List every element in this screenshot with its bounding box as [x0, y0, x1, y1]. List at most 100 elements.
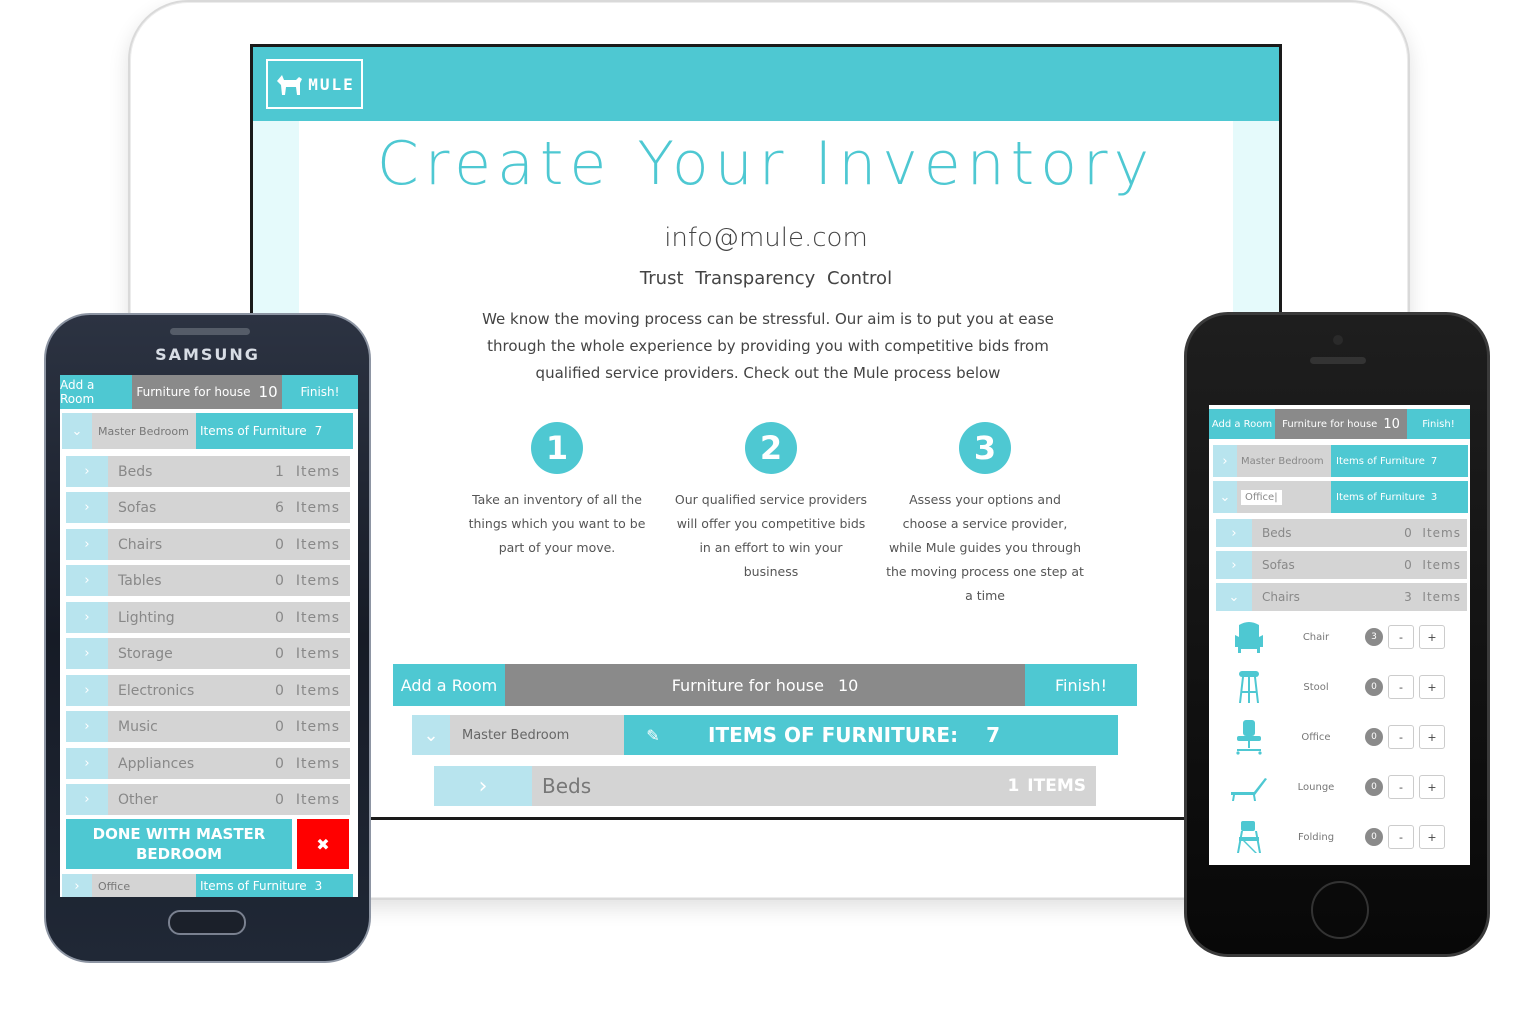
room-toggle-master-bedroom[interactable]: › Master Bedroom: [1213, 445, 1331, 477]
intro-paragraph: We know the moving process can be stress…: [482, 310, 1054, 382]
chevron-down-icon[interactable]: ⌄: [62, 413, 92, 449]
chevron-right-icon[interactable]: ›: [66, 711, 108, 742]
items-label: Items of Furniture: [200, 424, 307, 438]
chevron-right-icon[interactable]: ›: [62, 874, 92, 897]
category-name: Music: [118, 718, 158, 735]
done-with-room-button[interactable]: DONE WITH MASTER BEDROOM: [66, 819, 292, 869]
chevron-down-icon[interactable]: ⌄: [1216, 583, 1252, 611]
category-row[interactable]: › Sofas 6 Items: [66, 492, 350, 523]
room-name-input[interactable]: Office|: [1241, 489, 1282, 505]
furniture-for-house: Furniture for house 10: [132, 375, 282, 409]
category-row[interactable]: › Storage 0 Items: [66, 638, 350, 669]
close-icon[interactable]: ✖: [297, 819, 349, 869]
decrement-button[interactable]: -: [1388, 725, 1414, 749]
chevron-right-icon[interactable]: ›: [66, 675, 108, 706]
category-row[interactable]: › Music 0 Items: [66, 711, 350, 742]
increment-button[interactable]: +: [1419, 775, 1445, 799]
chevron-right-icon[interactable]: ›: [66, 748, 108, 779]
category-row[interactable]: › Sofas 0 Items: [1216, 551, 1467, 579]
chevron-down-icon[interactable]: ⌄: [1213, 481, 1237, 513]
finish-button[interactable]: Finish!: [282, 375, 358, 409]
step-description: Our qualified service providers will off…: [674, 492, 868, 579]
home-button[interactable]: [1311, 881, 1369, 939]
chair-type-name: Stool: [1303, 681, 1329, 693]
category-name: Storage: [118, 645, 173, 662]
category-unit: ITEMS: [1027, 776, 1086, 796]
contact-email[interactable]: info@mule.com: [253, 223, 1279, 253]
category-row[interactable]: › Electronics 0 Items: [66, 675, 350, 706]
finish-button[interactable]: Finish!: [1407, 409, 1470, 439]
category-row[interactable]: › Beds 0 Items: [1216, 519, 1467, 547]
category-row[interactable]: › Lighting 0 Items: [66, 602, 350, 633]
category-count: 0 Items: [1404, 526, 1461, 540]
chevron-right-icon[interactable]: ›: [66, 602, 108, 633]
category-row[interactable]: › Beds 1 Items: [66, 456, 350, 487]
step-3: 3 Assess your options and choose a servi…: [885, 422, 1085, 608]
chevron-right-icon[interactable]: ›: [1216, 551, 1252, 579]
increment-button[interactable]: +: [1419, 625, 1445, 649]
home-button[interactable]: [168, 910, 246, 935]
room-items-header: Items of Furniture 3: [196, 874, 353, 897]
speaker-grille: [170, 328, 250, 335]
finish-button[interactable]: Finish!: [1025, 664, 1137, 706]
room-items-header: Items of Furniture 3: [1331, 481, 1468, 513]
category-row-beds[interactable]: › Beds 1 ITEMS: [434, 766, 1096, 806]
category-row[interactable]: ⌄ Chairs 3 Items: [1216, 583, 1467, 611]
category-count: 0 Items: [275, 791, 340, 808]
chevron-right-icon[interactable]: ›: [66, 638, 108, 669]
items-count: 3: [314, 879, 323, 893]
chair-type-count: 0: [1365, 828, 1383, 846]
room-toggle-master-bedroom[interactable]: ⌄ Master Bedroom: [412, 715, 624, 755]
chair-type-row: Lounge 0 - +: [1227, 765, 1467, 809]
chevron-right-icon[interactable]: ›: [1216, 519, 1252, 547]
stool-icon: [1227, 665, 1271, 709]
chevron-right-icon[interactable]: ›: [434, 766, 532, 806]
chair-type-row: Office 0 - +: [1227, 715, 1467, 759]
chair-type-count: 3: [1365, 628, 1383, 646]
room-toggle-office[interactable]: › Office: [62, 874, 196, 897]
increment-button[interactable]: +: [1419, 675, 1445, 699]
chevron-right-icon[interactable]: ›: [66, 492, 108, 523]
chevron-down-icon[interactable]: ⌄: [412, 715, 450, 755]
step-description: Assess your options and choose a service…: [886, 492, 1084, 603]
room-name: Master Bedroom: [98, 424, 189, 438]
decrement-button[interactable]: -: [1388, 825, 1414, 849]
step-2: 2 Our qualified service providers will o…: [671, 422, 871, 584]
decrement-button[interactable]: -: [1388, 675, 1414, 699]
chair-type-count: 0: [1365, 778, 1383, 796]
increment-button[interactable]: +: [1419, 825, 1445, 849]
chair-type-row: Folding 0 - +: [1227, 815, 1467, 859]
increment-button[interactable]: +: [1419, 725, 1445, 749]
chevron-right-icon[interactable]: ›: [66, 529, 108, 560]
items-count: 7: [986, 723, 1000, 747]
category-row[interactable]: › Other 0 Items: [66, 784, 350, 815]
category-row[interactable]: › Appliances 0 Items: [66, 748, 350, 779]
chevron-right-icon[interactable]: ›: [66, 565, 108, 596]
items-label: Items of Furniture: [200, 879, 307, 893]
furniture-label: Furniture for house: [671, 675, 824, 695]
category-row[interactable]: › Chairs 0 Items: [66, 529, 350, 560]
chevron-right-icon[interactable]: ›: [66, 784, 108, 815]
add-room-button[interactable]: Add a Room: [60, 375, 132, 409]
items-count: 7: [1430, 455, 1438, 467]
category-name: Chairs: [1262, 590, 1300, 604]
decrement-button[interactable]: -: [1388, 775, 1414, 799]
category-count: 6 Items: [275, 499, 340, 516]
furniture-for-house: Furniture for house 10: [1275, 409, 1407, 439]
pencil-icon[interactable]: ✎: [624, 726, 682, 745]
iphone-screen: Add a Room Furniture for house 10 Finish…: [1209, 405, 1470, 865]
chevron-right-icon[interactable]: ›: [66, 456, 108, 487]
room-items-header: ✎ ITEMS OF FURNITURE: 7: [624, 715, 1118, 755]
page-title: Create Your Inventory: [376, 129, 1156, 199]
category-count: 0 Items: [275, 682, 340, 699]
add-room-button[interactable]: Add a Room: [1209, 409, 1275, 439]
decrement-button[interactable]: -: [1388, 625, 1414, 649]
room-toggle-office[interactable]: ⌄ Office|: [1213, 481, 1331, 513]
category-row[interactable]: › Tables 0 Items: [66, 565, 350, 596]
mule-logo[interactable]: MULE: [266, 59, 363, 109]
furniture-label: Furniture for house: [136, 385, 251, 399]
add-room-button[interactable]: Add a Room: [393, 664, 505, 706]
room-toggle-master-bedroom[interactable]: ⌄ Master Bedroom: [62, 413, 196, 449]
chevron-right-icon[interactable]: ›: [1213, 445, 1237, 477]
chair-type-name: Folding: [1297, 831, 1335, 843]
